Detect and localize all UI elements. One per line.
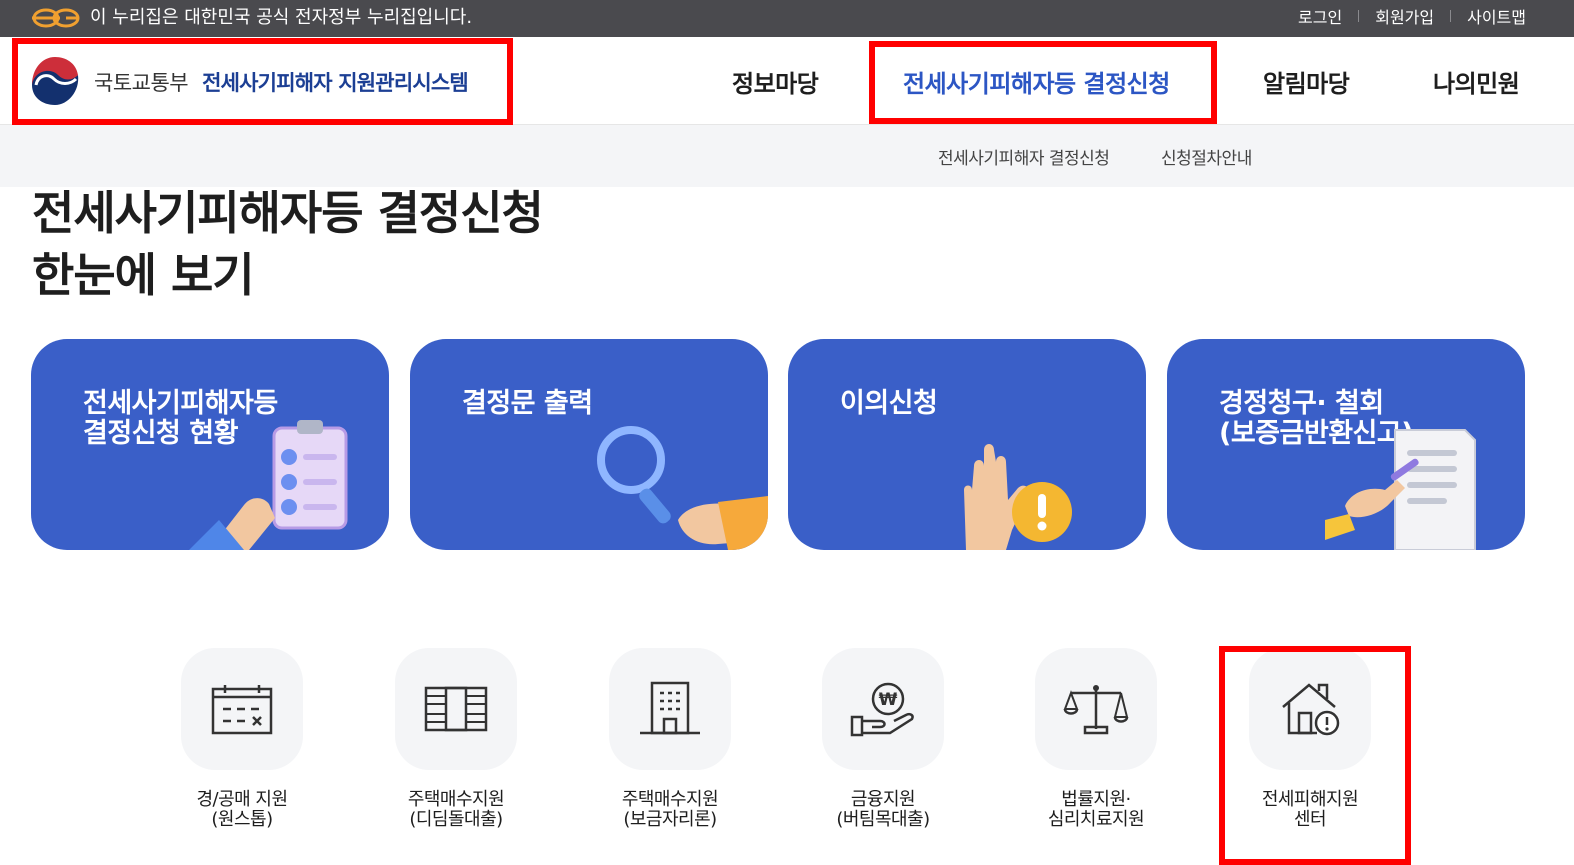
quicklink-label-line2: (디딤돌대출) [409, 809, 503, 830]
quicklink-label-line1: 경/공매 지원 [196, 789, 288, 810]
quicklink-label: 금융지원 (버팀목대출) [803, 790, 963, 830]
quicklink-financial-support[interactable]: ₩ 금융지원 (버팀목대출) [803, 648, 963, 830]
divider [1358, 10, 1360, 22]
utility-links: 로그인 회원가입 사이트맵 [1298, 4, 1526, 28]
card-decision-print[interactable]: 결정문 출력 [410, 339, 768, 550]
quicklink-label: 법률지원· 심리치료지원 [1016, 790, 1176, 830]
nav-my-petitions[interactable]: 나의민원 [1433, 64, 1520, 99]
money-icon [424, 686, 488, 732]
quicklink-label-line2: 심리치료지원 [1047, 809, 1145, 830]
calendar-icon [211, 685, 273, 735]
quicklink-auction-support[interactable]: 경/공매 지원 (원스톱) [162, 648, 322, 830]
brand-logo[interactable]: 국토교통부 전세사기피해자 지원관리시스템 [28, 55, 469, 109]
card-correction-withdrawal[interactable]: 경정청구· 철회 (보증금반환신고) [1167, 339, 1525, 550]
document-writing-icon [1325, 429, 1476, 550]
quicklink-label-line2: (보금자리론) [623, 809, 717, 830]
building-icon [640, 681, 700, 735]
submenu-decision-application[interactable]: 전세사기피해자 결정신청 [938, 144, 1110, 169]
svg-text:₩: ₩ [879, 690, 898, 710]
gov-banner: 이 누리집은 대한민국 공식 전자정부 누리집입니다. 로그인 회원가입 사이트… [0, 0, 1574, 37]
quicklink-label-line1: 주택매수지원 [407, 789, 505, 810]
quicklink-jeonse-damage-center[interactable]: 전세피해지원 센터 [1230, 648, 1390, 830]
card-decision-status[interactable]: 전세사기피해자등 결정신청 현황 [31, 339, 389, 550]
ministry-name: 국토교통부 [94, 71, 189, 95]
site-header: 국토교통부 전세사기피해자 지원관리시스템 정보마당 전세사기피해자등 결정신청… [0, 37, 1574, 125]
page-title-line1: 전세사기피해자등 결정신청 [32, 186, 544, 240]
sitemap-link[interactable]: 사이트맵 [1467, 4, 1526, 28]
quicklink-didimdol-loan[interactable]: 주택매수지원 (디딤돌대출) [376, 648, 536, 830]
clipboard-checklist-icon [189, 420, 348, 550]
nav-decision-application[interactable]: 전세사기피해자등 결정신청 [903, 64, 1170, 99]
page-title: 전세사기피해자등 결정신청 한눈에 보기 [32, 182, 544, 306]
quicklink-label-line1: 전세피해지원 [1261, 789, 1359, 810]
card-objection[interactable]: 이의신청 [788, 339, 1146, 550]
card-title: 이의신청 [840, 388, 938, 419]
quicklink-label-line1: 금융지원 [850, 789, 916, 810]
icon-tile [395, 648, 517, 770]
quicklink-label-line1: 법률지원· [1061, 789, 1131, 810]
quicklink-label-line2: (원스톱) [211, 809, 273, 830]
login-link[interactable]: 로그인 [1298, 4, 1342, 28]
icon-tile [1249, 648, 1371, 770]
quicklink-label: 전세피해지원 센터 [1230, 790, 1390, 830]
nav-info[interactable]: 정보마당 [732, 64, 819, 99]
quicklink-legal-support[interactable]: 법률지원· 심리치료지원 [1016, 648, 1176, 830]
signup-link[interactable]: 회원가입 [1375, 4, 1434, 28]
house-alert-icon [1282, 683, 1340, 736]
quicklink-label: 경/공매 지원 (원스톱) [162, 790, 322, 830]
won-hand-icon: ₩ [850, 682, 914, 737]
divider [1450, 10, 1452, 22]
active-nav-indicator [903, 121, 1183, 124]
icon-tile [1035, 648, 1157, 770]
page-title-line2: 한눈에 보기 [32, 248, 255, 302]
quicklink-bogeumjari-loan[interactable]: 주택매수지원 (보금자리론) [590, 648, 750, 830]
system-name: 전세사기피해자 지원관리시스템 [202, 71, 469, 95]
quicklink-label-line2: (버팀목대출) [836, 809, 930, 830]
magnifier-icon [597, 426, 768, 550]
scale-icon [1063, 685, 1129, 735]
quicklink-label-line2: 센터 [1293, 809, 1327, 830]
raised-hand-alert-icon [964, 444, 1072, 550]
quicklink-label: 주택매수지원 (디딤돌대출) [376, 790, 536, 830]
icon-tile: ₩ [822, 648, 944, 770]
taegeuk-emblem-icon [30, 57, 80, 107]
submenu-bar: 전세사기피해자 결정신청 신청절차안내 [0, 125, 1574, 187]
gov-banner-text: 이 누리집은 대한민국 공식 전자정부 누리집입니다. [90, 7, 473, 28]
quicklink-label-line1: 주택매수지원 [621, 789, 719, 810]
quicklink-label: 주택매수지원 (보금자리론) [590, 790, 750, 830]
icon-tile [181, 648, 303, 770]
egov-logo-icon [32, 8, 80, 28]
nav-notice[interactable]: 알림마당 [1263, 64, 1350, 99]
icon-tile [609, 648, 731, 770]
submenu-procedure-guide[interactable]: 신청절차안내 [1161, 144, 1252, 169]
